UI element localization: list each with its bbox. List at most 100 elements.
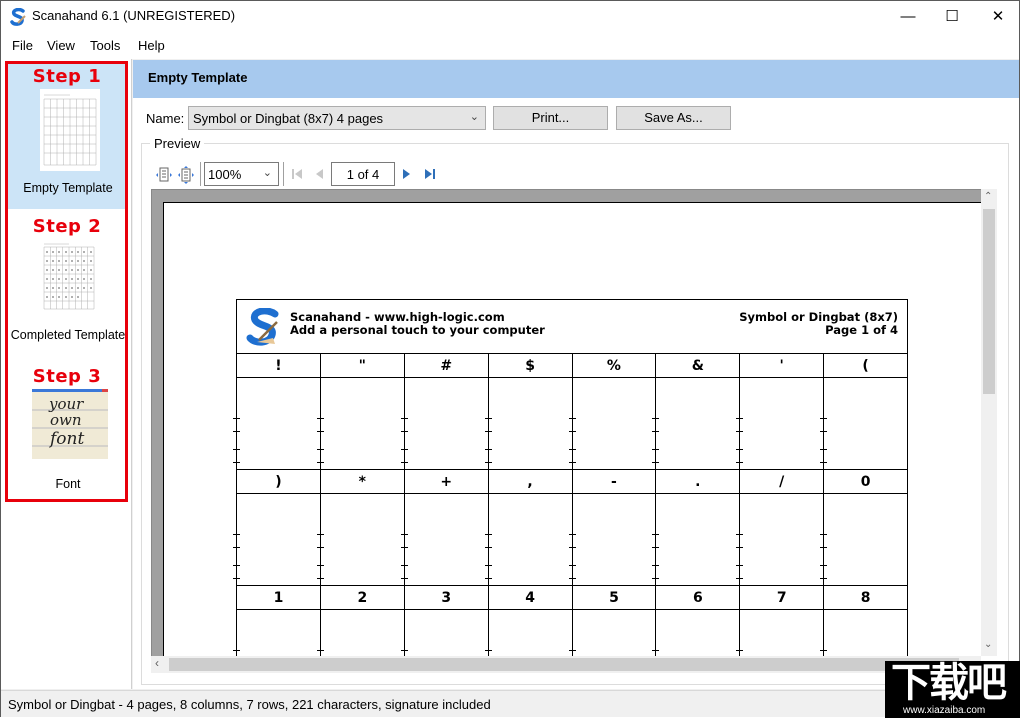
guide-tick: [484, 448, 492, 450]
preview-label: Preview: [150, 136, 205, 151]
zoom-value: 100%: [208, 167, 242, 182]
step-empty-template[interactable]: Step 1 Empty Template: [7, 61, 127, 209]
writing-cell: [736, 377, 825, 470]
last-page-icon[interactable]: [423, 166, 437, 182]
guide-tick: [400, 448, 408, 450]
menu-file[interactable]: File: [12, 38, 33, 53]
writing-cell: [400, 493, 489, 586]
guide-tick: [820, 418, 828, 420]
guide-tick: [316, 418, 324, 420]
step-caption: Empty Template: [23, 181, 113, 195]
fit-page-icon[interactable]: [177, 166, 195, 184]
guide-tick: [568, 564, 576, 566]
guide-tick: [736, 461, 744, 463]
section-header: Empty Template: [133, 60, 1019, 98]
guide-tick: [233, 546, 240, 548]
writing-cell: [568, 493, 657, 586]
scroll-left-icon[interactable]: ‹: [155, 656, 159, 670]
vertical-scrollbar[interactable]: ⌃ ⌄: [981, 189, 997, 656]
guide-tick: [233, 430, 240, 432]
horizontal-scroll-thumb[interactable]: [169, 658, 959, 671]
grid-char-label: /: [739, 469, 825, 494]
template-type: Symbol or Dingbat (8x7): [739, 310, 898, 324]
guide-tick: [316, 448, 324, 450]
menu-view[interactable]: View: [47, 38, 75, 53]
guide-tick: [652, 534, 660, 536]
guide-tick: [400, 650, 408, 652]
guide-tick: [233, 448, 240, 450]
guide-tick: [820, 564, 828, 566]
scanahand-logo-icon: [246, 308, 279, 346]
grid-writing-row: [233, 493, 908, 586]
guide-tick: [568, 430, 576, 432]
template-sheet: Scanahand - www.high-logic.com Add a per…: [233, 299, 908, 656]
guide-tick: [568, 534, 576, 536]
guide-tick: [736, 534, 744, 536]
first-page-icon[interactable]: [290, 166, 304, 182]
writing-cell: [568, 377, 657, 470]
writing-cell: [820, 377, 908, 470]
writing-cell: [233, 609, 321, 656]
page-number-field[interactable]: 1 of 4: [331, 162, 395, 186]
steps-panel: Step 1 Empty Template Step 2 Completed T…: [1, 59, 132, 689]
watermark-title: 下载吧: [891, 660, 1007, 706]
horizontal-scrollbar[interactable]: ‹: [151, 656, 981, 673]
guide-tick: [400, 461, 408, 463]
guide-tick: [820, 461, 828, 463]
empty-template-thumbnail: [40, 89, 100, 171]
guide-tick: [736, 430, 744, 432]
print-button[interactable]: Print...: [493, 106, 608, 130]
app-window: Scanahand 6.1 (UNREGISTERED) — ☐ ✕ File …: [0, 0, 1020, 718]
completed-template-thumbnail: [41, 239, 97, 313]
guide-tick: [484, 430, 492, 432]
writing-cell: [400, 609, 489, 656]
writing-cell: [233, 377, 321, 470]
menu-tools[interactable]: Tools: [90, 38, 120, 53]
step-font[interactable]: Step 3 your own font Font: [7, 359, 127, 499]
zoom-select[interactable]: 100% ⌄: [204, 162, 279, 186]
step-completed-template[interactable]: Step 2 Completed Template: [7, 209, 127, 359]
guide-tick: [736, 546, 744, 548]
guide-tick: [568, 577, 576, 579]
status-bar: Symbol or Dingbat - 4 pages, 8 columns, …: [1, 690, 1019, 717]
guide-tick: [400, 546, 408, 548]
grid-header-row: ) * + , - . / 0: [236, 469, 908, 494]
writing-cell: [316, 493, 405, 586]
menu-help[interactable]: Help: [138, 38, 165, 53]
font-sample-word: font: [50, 429, 85, 449]
minimize-button[interactable]: —: [885, 1, 931, 31]
guide-tick: [652, 564, 660, 566]
close-icon: ✕: [991, 8, 1005, 25]
writing-cell: [484, 377, 573, 470]
writing-cell: [316, 377, 405, 470]
grid-char-label: 3: [403, 585, 489, 610]
writing-cell: [484, 493, 573, 586]
grid-char-label: 8: [823, 585, 908, 610]
scroll-down-icon[interactable]: ⌄: [984, 639, 992, 650]
writing-cell: [400, 377, 489, 470]
guide-tick: [316, 564, 324, 566]
template-brand: Scanahand - www.high-logic.com: [290, 310, 505, 324]
guide-tick: [568, 546, 576, 548]
grid-char-label: &: [655, 353, 741, 378]
step-number-label: Step 1: [32, 66, 102, 87]
grid-char-label: 2: [319, 585, 405, 610]
grid-char-label: (: [823, 353, 908, 378]
vertical-scroll-thumb[interactable]: [983, 209, 995, 394]
scroll-up-icon[interactable]: ⌃: [984, 191, 992, 202]
name-label: Name:: [146, 111, 185, 126]
fit-width-icon[interactable]: [155, 166, 173, 184]
grid-char-label: 4: [487, 585, 573, 610]
template-name-select[interactable]: Symbol or Dingbat (8x7) 4 pages ⌄: [188, 106, 486, 130]
close-button[interactable]: ✕: [975, 1, 1020, 31]
previous-page-icon[interactable]: [313, 166, 327, 182]
guide-tick: [233, 577, 240, 579]
maximize-icon: ☐: [945, 8, 959, 25]
guide-tick: [484, 564, 492, 566]
template-name-value: Symbol or Dingbat (8x7) 4 pages: [193, 111, 384, 126]
guide-tick: [736, 448, 744, 450]
save-as-button[interactable]: Save As...: [616, 106, 731, 130]
guide-tick: [484, 577, 492, 579]
maximize-button[interactable]: ☐: [929, 1, 975, 31]
next-page-icon[interactable]: [400, 166, 414, 182]
